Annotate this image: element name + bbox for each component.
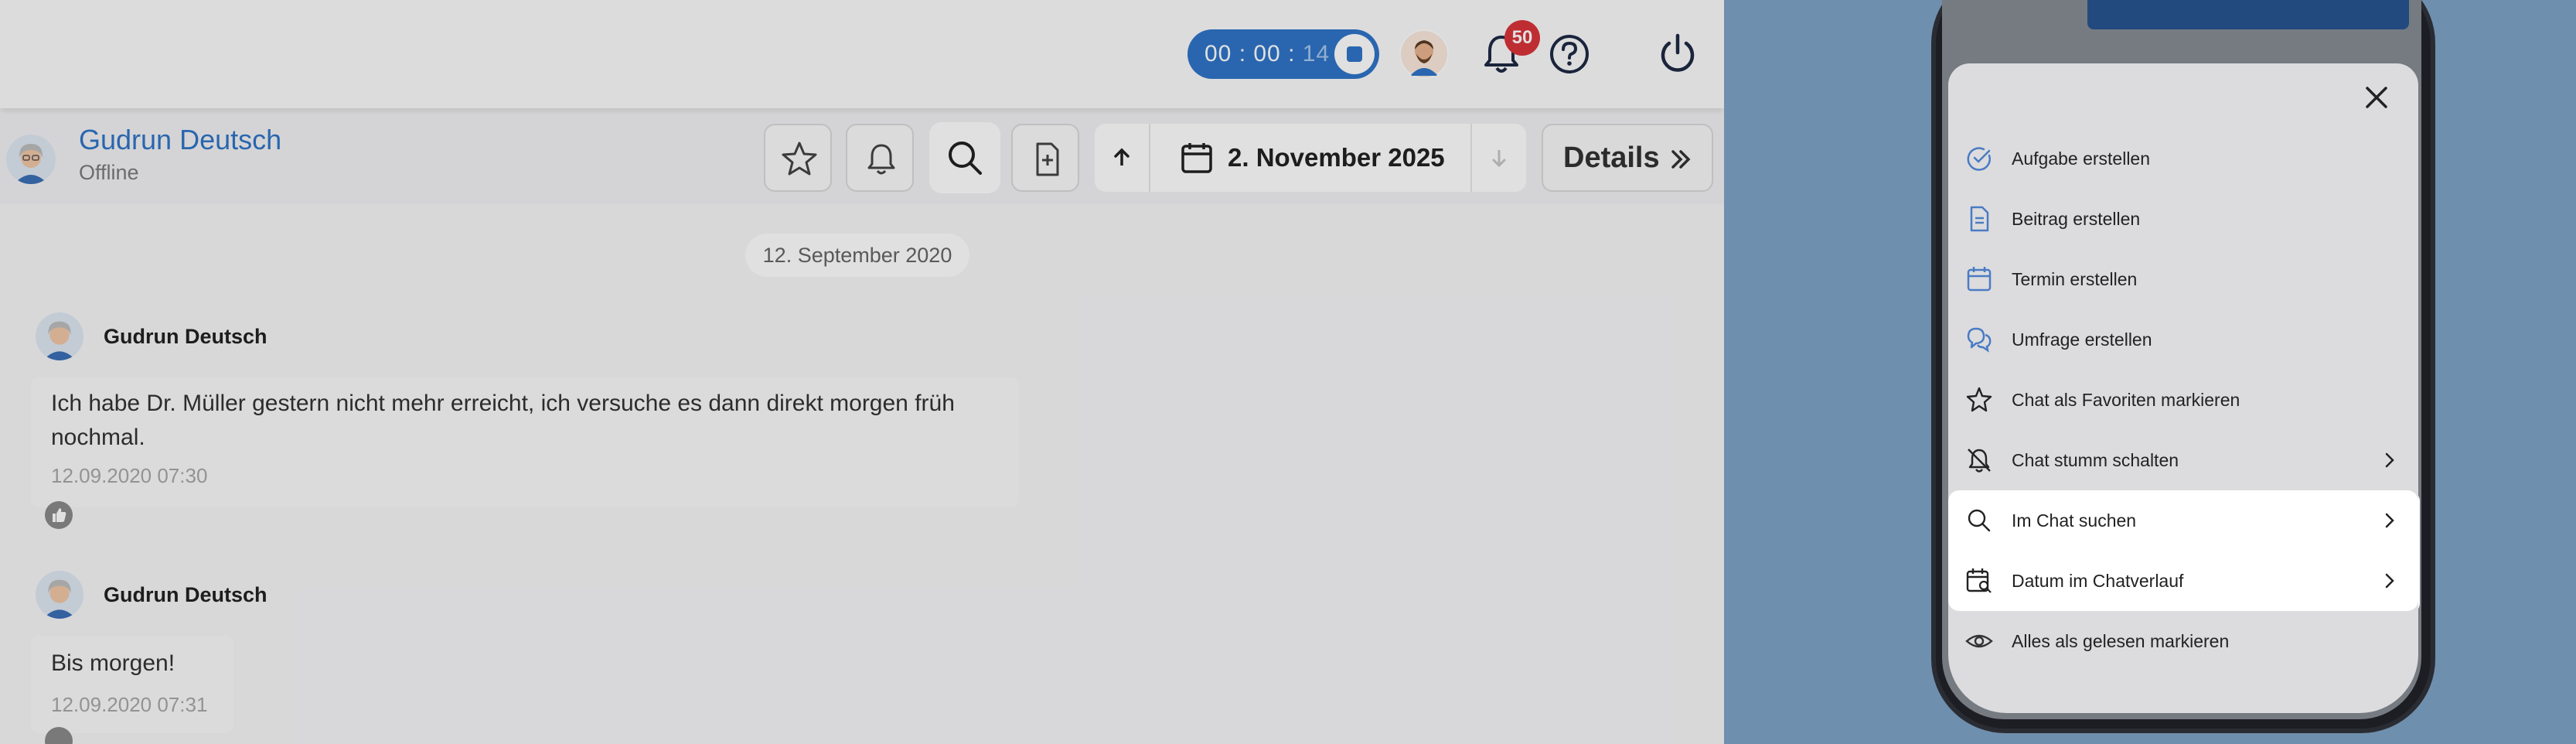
- chevron-right-icon: [2385, 573, 2394, 589]
- message-timestamp: 12.09.2020 07:30: [51, 464, 208, 487]
- previous-date-button[interactable]: [1095, 124, 1150, 192]
- close-icon[interactable]: [2360, 80, 2394, 114]
- menu-label: Datum im Chatverlauf: [2012, 571, 2184, 591]
- help-icon[interactable]: [1548, 32, 1591, 76]
- arrow-up-icon: [1114, 148, 1130, 166]
- menu-item-mark-all-read[interactable]: Alles als gelesen markieren: [1948, 611, 2418, 671]
- menu-item-date-in-history[interactable]: Datum im Chatverlauf: [1948, 551, 2418, 611]
- double-chevron-right-icon: [1671, 150, 1691, 169]
- menu-item-mark-favorite[interactable]: Chat als Favoriten markieren: [1948, 370, 2418, 430]
- top-bar: 00 : 00 : 14 50: [0, 0, 1724, 108]
- menu-label: Umfrage erstellen: [2012, 329, 2152, 350]
- message-text: Bis morgen!: [51, 650, 175, 676]
- menu-item-create-task[interactable]: Aufgabe erstellen: [1948, 128, 2418, 189]
- eye-icon: [1965, 634, 1993, 648]
- next-date-button[interactable]: [1470, 124, 1526, 192]
- menu-item-mute-chat[interactable]: Chat stumm schalten: [1948, 430, 2418, 490]
- poll-icon: [1967, 327, 1992, 353]
- arrow-down-icon: [1492, 150, 1506, 168]
- bell-icon: [867, 144, 895, 175]
- menu-label: Chat stumm schalten: [2012, 450, 2179, 470]
- action-sheet-menu: Aufgabe erstellen Beitrag erstellen Term…: [1948, 63, 2418, 713]
- timer-display: 00 : 00 : 14: [1205, 41, 1331, 67]
- menu-label: Alles als gelesen markieren: [2012, 631, 2230, 651]
- calendar-icon: [1967, 267, 1992, 292]
- power-icon[interactable]: [1654, 31, 1701, 77]
- thumbs-up-icon[interactable]: [45, 501, 73, 529]
- chevron-right-icon: [2385, 452, 2394, 468]
- search-icon: [1968, 509, 1991, 532]
- menu-item-create-poll[interactable]: Umfrage erstellen: [1948, 309, 2418, 370]
- calendar-icon: [1181, 143, 1212, 173]
- search-icon: [949, 142, 982, 175]
- menu-label: Im Chat suchen: [2012, 510, 2137, 531]
- menu-label: Termin erstellen: [2012, 269, 2138, 289]
- check-circle-icon: [1967, 147, 1991, 171]
- message-timestamp: 12.09.2020 07:31: [51, 693, 208, 716]
- add-document-button[interactable]: [1011, 124, 1079, 192]
- chat-app-window: 00 : 00 : 14 50 Gudrun Deutsch Offline 2…: [0, 0, 1724, 744]
- favorite-button[interactable]: [764, 124, 832, 192]
- details-button[interactable]: Details: [1542, 124, 1713, 192]
- document-icon: [1970, 206, 1989, 232]
- calendar-search-icon: [1966, 568, 1992, 593]
- mute-button[interactable]: [846, 124, 914, 192]
- overlay-dim: [0, 0, 1724, 744]
- timer-stop-button[interactable]: [1334, 34, 1375, 74]
- menu-item-search-chat[interactable]: Im Chat suchen: [1948, 490, 2418, 551]
- date-navigator: 2. November 2025: [1095, 124, 1526, 192]
- star-icon: [782, 142, 817, 176]
- user-avatar[interactable]: [1399, 29, 1449, 79]
- message-author: Gudrun Deutsch: [104, 325, 267, 348]
- contact-avatar[interactable]: [6, 135, 56, 184]
- contact-name[interactable]: Gudrun Deutsch: [79, 124, 281, 156]
- message-text: Ich habe Dr. Müller gestern nicht mehr e…: [51, 391, 955, 416]
- details-label: Details: [1563, 142, 1660, 174]
- star-icon: [1966, 387, 1992, 412]
- message-bubble[interactable]: Ich habe Dr. Müller gestern nicht mehr e…: [31, 377, 1019, 507]
- contact-status: Offline: [79, 161, 139, 184]
- message-text-continued: nochmal.: [51, 425, 145, 450]
- date-separator: 12. September 2020: [745, 234, 969, 277]
- menu-item-create-post[interactable]: Beitrag erstellen: [1948, 189, 2418, 249]
- stop-icon: [1347, 46, 1362, 62]
- document-plus-icon: [1036, 142, 1059, 176]
- menu-item-create-appointment[interactable]: Termin erstellen: [1948, 249, 2418, 309]
- notification-count-badge: 50: [1504, 20, 1540, 56]
- menu-label: Beitrag erstellen: [2012, 209, 2141, 229]
- search-button[interactable]: [931, 124, 999, 192]
- menu-label: Chat als Favoriten markieren: [2012, 390, 2240, 410]
- chevron-right-icon: [2385, 513, 2394, 528]
- message-bubble[interactable]: Bis morgen! 12.09.2020 07:31: [31, 636, 233, 733]
- bell-off-icon: [1968, 449, 1991, 473]
- time-tracker[interactable]: 00 : 00 : 14: [1187, 29, 1379, 79]
- message-author-avatar: [36, 312, 83, 360]
- current-date[interactable]: 2. November 2025: [1228, 124, 1445, 192]
- message-author: Gudrun Deutsch: [104, 583, 267, 606]
- background-message: [2087, 0, 2409, 29]
- message-author-avatar: [36, 571, 83, 619]
- menu-label: Aufgabe erstellen: [2012, 148, 2151, 169]
